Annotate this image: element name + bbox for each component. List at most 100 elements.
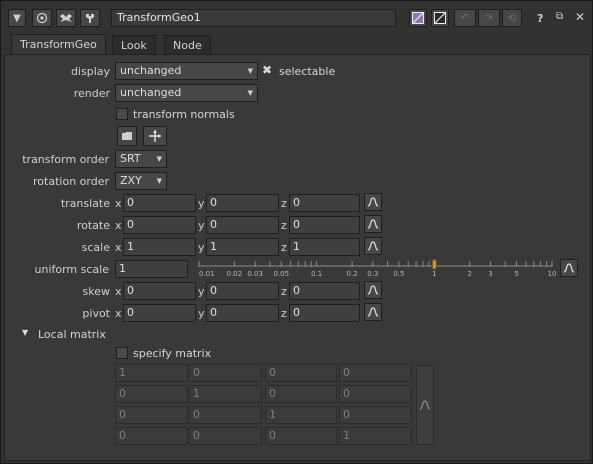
slider-tick-label: 2 <box>468 270 472 278</box>
axis-handle-icon[interactable] <box>143 126 167 146</box>
translate-x-input[interactable]: 0 <box>123 194 196 212</box>
collapse-triangle-icon[interactable]: ▼ <box>8 9 26 27</box>
chevron-down-icon: ▼ <box>247 67 253 75</box>
axis-x-label: x <box>115 219 122 232</box>
collapse-triangle-icon[interactable]: ▼ <box>22 328 28 337</box>
matrix-curve-icon[interactable] <box>416 365 434 445</box>
uniform-scale-slider[interactable]: 0.01 0.02 0.03 0.05 0.1 0.2 0.3 0.5 1 2 3 5 10 <box>190 258 558 280</box>
scale-y-input[interactable]: 1 <box>206 238 279 256</box>
skew-y-input[interactable]: 0 <box>206 282 279 300</box>
translate-y-input[interactable]: 0 <box>206 194 279 212</box>
axis-y-label: y <box>198 197 205 210</box>
slider-tick-label: 0.2 <box>347 270 358 278</box>
wrench-icon[interactable] <box>80 9 100 27</box>
selectable-checkbox[interactable]: ✖ <box>262 63 272 77</box>
pivot-y-input[interactable]: 0 <box>206 304 279 322</box>
translate-z-input[interactable]: 0 <box>289 194 360 212</box>
viewer-toggle-icon[interactable] <box>32 9 52 27</box>
transform-normals-checkbox[interactable] <box>116 108 128 120</box>
uniform-scale-curve-icon[interactable] <box>560 259 578 277</box>
close-icon[interactable]: ✕ <box>575 10 585 24</box>
transform-normals-label: transform normals <box>133 108 235 121</box>
axis-x-label: x <box>115 285 122 298</box>
axis-z-label: z <box>281 197 287 210</box>
slider-tick-label: 1 <box>432 270 436 278</box>
node-name-input[interactable]: TransformGeo1 <box>111 9 396 27</box>
transform-order-dropdown[interactable]: SRT ▼ <box>115 150 167 168</box>
local-matrix-label[interactable]: Local matrix <box>38 328 106 341</box>
rotate-curve-icon[interactable] <box>364 215 382 233</box>
matrix-cell-1-0[interactable]: 0 <box>115 385 188 403</box>
rotate-z-input[interactable]: 0 <box>289 216 360 234</box>
render-dropdown[interactable]: unchanged ▼ <box>115 84 258 102</box>
slider-tick-label: 5 <box>514 270 518 278</box>
slider-handle[interactable] <box>431 259 437 270</box>
scale-curve-icon[interactable] <box>364 237 382 255</box>
axis-y-label: y <box>198 219 205 232</box>
axis-y-label: y <box>198 285 205 298</box>
slider-tick-label: 0.01 <box>199 270 215 278</box>
matrix-cell-1-3[interactable]: 0 <box>339 385 412 403</box>
skew-z-input[interactable]: 0 <box>289 282 360 300</box>
matrix-cell-3-1[interactable]: 0 <box>189 427 262 445</box>
rotation-order-label: rotation order <box>33 175 109 188</box>
specify-matrix-checkbox[interactable] <box>116 347 128 359</box>
redo-icon[interactable]: ↷ <box>478 9 500 27</box>
pivot-label: pivot <box>82 307 110 320</box>
revert-icon[interactable]: ⟲ <box>502 9 522 27</box>
display-dropdown[interactable]: unchanged ▼ <box>115 62 258 80</box>
display-value: unchanged <box>120 64 182 77</box>
matrix-cell-0-3[interactable]: 0 <box>339 364 412 382</box>
matrix-cell-1-1[interactable]: 1 <box>189 385 262 403</box>
gl-color-icon[interactable] <box>431 9 449 27</box>
rotation-order-dropdown[interactable]: ZXY ▼ <box>115 172 167 190</box>
slider-tick-label: 0.05 <box>273 270 289 278</box>
axis-x-label: x <box>115 197 122 210</box>
pivot-x-input[interactable]: 0 <box>123 304 196 322</box>
slider-tick-label: 0.5 <box>393 270 404 278</box>
skew-curve-icon[interactable] <box>364 281 382 299</box>
matrix-cell-0-2[interactable]: 0 <box>265 364 337 382</box>
display-label: display <box>70 65 110 78</box>
title-bar: ▼ TransformGeo1 ↶ ↷ ⟲ ? ⧉ ✕ <box>1 1 592 33</box>
matrix-cell-0-1[interactable]: 0 <box>189 364 262 382</box>
pivot-curve-icon[interactable] <box>364 303 382 321</box>
tab-look[interactable]: Look <box>112 35 156 55</box>
folder-icon[interactable] <box>117 126 137 146</box>
undo-icon[interactable]: ↶ <box>454 9 476 27</box>
matrix-cell-0-0[interactable]: 1 <box>115 364 188 382</box>
slider-tick-label: 0.1 <box>311 270 322 278</box>
tab-transformgeo[interactable]: TransformGeo <box>11 34 106 55</box>
node-color-icon[interactable] <box>409 9 427 27</box>
matrix-cell-3-0[interactable]: 0 <box>115 427 188 445</box>
matrix-cell-2-2[interactable]: 1 <box>265 406 337 424</box>
rotate-label: rotate <box>76 219 110 232</box>
transform-order-label: transform order <box>22 153 109 166</box>
matrix-cell-2-3[interactable]: 0 <box>339 406 412 424</box>
chevron-down-icon: ▼ <box>247 89 253 97</box>
pivot-z-input[interactable]: 0 <box>289 304 360 322</box>
float-panel-icon[interactable]: ⧉ <box>556 11 563 22</box>
help-icon[interactable]: ? <box>537 12 543 25</box>
axis-z-label: z <box>281 307 287 320</box>
selectable-label: selectable <box>279 65 336 78</box>
specify-matrix-label: specify matrix <box>133 347 212 360</box>
matrix-cell-3-3[interactable]: 1 <box>339 427 412 445</box>
matrix-cell-2-1[interactable]: 0 <box>189 406 262 424</box>
render-label: render <box>73 87 110 100</box>
translate-curve-icon[interactable] <box>364 193 382 211</box>
translate-label: translate <box>60 197 110 210</box>
matrix-cell-1-2[interactable]: 0 <box>265 385 337 403</box>
skew-x-input[interactable]: 0 <box>123 282 196 300</box>
node-disable-icon[interactable] <box>56 9 76 27</box>
matrix-cell-3-2[interactable]: 0 <box>265 427 337 445</box>
rotate-y-input[interactable]: 0 <box>206 216 279 234</box>
scale-z-input[interactable]: 1 <box>289 238 360 256</box>
render-value: unchanged <box>120 86 182 99</box>
scale-x-input[interactable]: 1 <box>123 238 196 256</box>
uniform-scale-input[interactable]: 1 <box>115 260 188 278</box>
matrix-cell-2-0[interactable]: 0 <box>115 406 188 424</box>
skew-label: skew <box>82 285 110 298</box>
rotate-x-input[interactable]: 0 <box>123 216 196 234</box>
tab-node[interactable]: Node <box>164 35 211 55</box>
